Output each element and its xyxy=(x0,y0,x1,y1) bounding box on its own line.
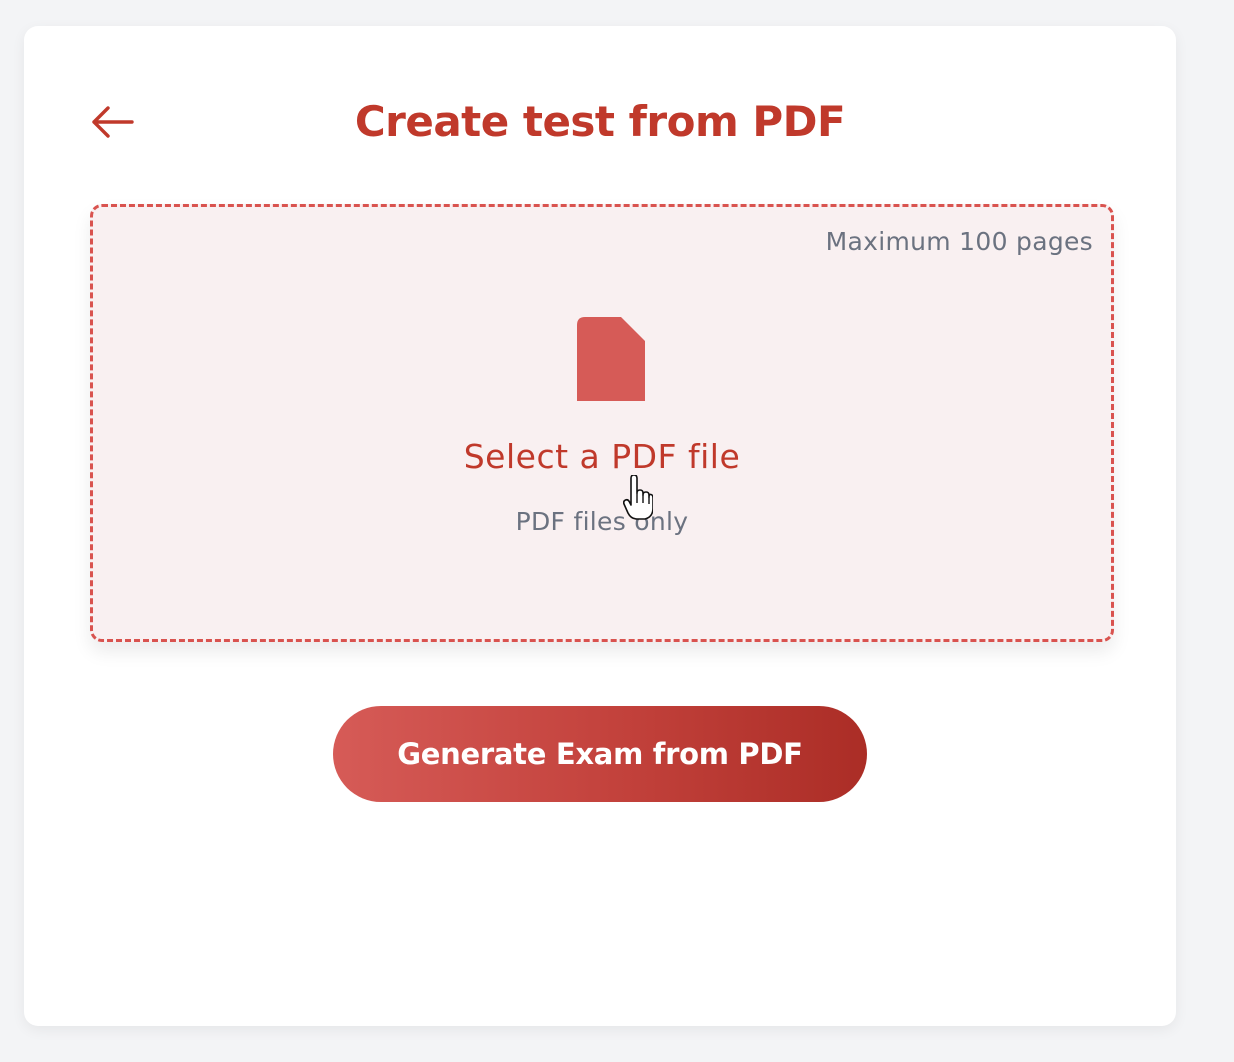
select-pdf-label[interactable]: Select a PDF file xyxy=(93,437,1111,476)
file-icon xyxy=(577,317,645,401)
file-type-hint: PDF files only xyxy=(515,507,689,536)
header: Create test from PDF xyxy=(24,98,1176,146)
pdf-dropzone[interactable]: Maximum 100 pages Select a PDF file PDF … xyxy=(90,204,1114,642)
page-title: Create test from PDF xyxy=(354,97,846,146)
pointer-cursor-icon xyxy=(623,475,653,520)
max-pages-note: Maximum 100 pages xyxy=(825,227,1093,256)
create-test-card: Create test from PDF Maximum 100 pages S… xyxy=(24,26,1176,1026)
generate-exam-button[interactable]: Generate Exam from PDF xyxy=(333,706,867,802)
